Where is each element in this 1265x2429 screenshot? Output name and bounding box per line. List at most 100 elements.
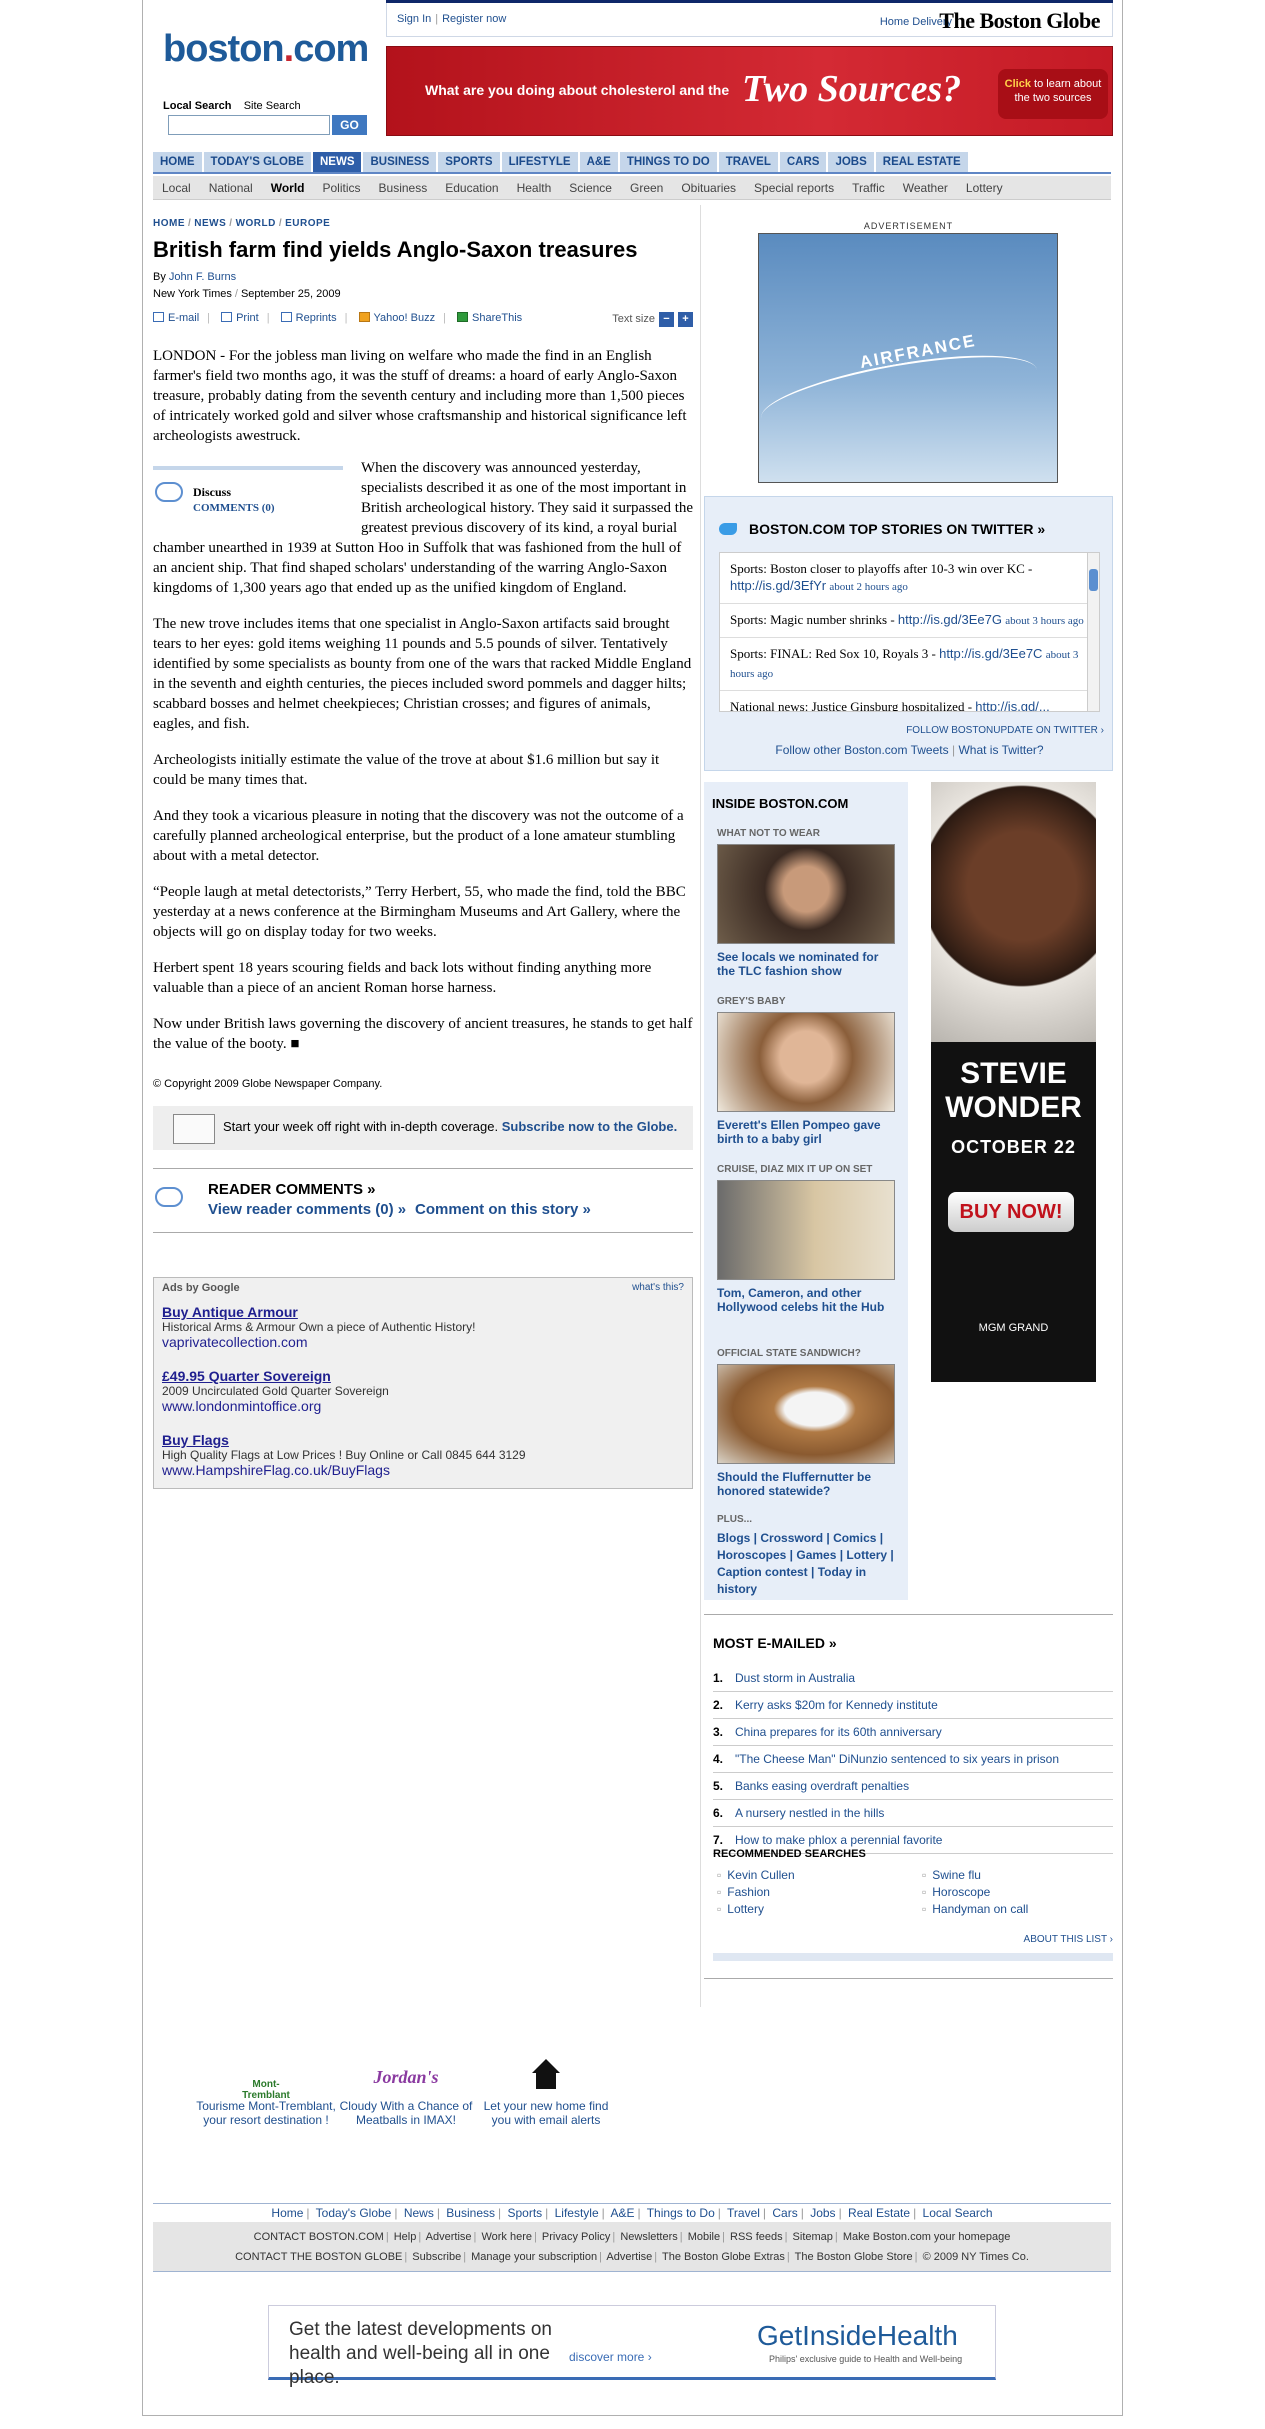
footer-link[interactable]: CONTACT THE BOSTON GLOBE xyxy=(235,2251,402,2263)
footer-link[interactable]: RSS feeds xyxy=(730,2231,783,2243)
get-inside-health-ad[interactable]: Get the latest developments on health an… xyxy=(268,2305,996,2388)
google-ad[interactable]: Buy Antique Armour Historical Arms & Arm… xyxy=(162,1304,475,1350)
most-emailed-link[interactable]: Banks easing overdraft penalties xyxy=(735,1779,909,1793)
ad-title[interactable]: Buy Antique Armour xyxy=(162,1304,475,1320)
boston-globe-logo[interactable]: The Boston Globe xyxy=(939,8,1100,34)
follow-twitter-link[interactable]: FOLLOW BOSTONUPDATE ON TWITTER › xyxy=(906,725,1104,736)
sharethis-tool[interactable]: ShareThis xyxy=(457,312,522,324)
email-tool[interactable]: E-mail xyxy=(153,312,199,324)
tweet-link[interactable]: http://is.gd/... xyxy=(975,699,1049,711)
what-not-to-wear-photo[interactable] xyxy=(717,844,895,944)
subnav-obituaries[interactable]: Obituaries xyxy=(672,176,745,200)
subnav-world[interactable]: World xyxy=(262,176,314,200)
reader-comments-title[interactable]: READER COMMENTS » xyxy=(208,1181,376,1198)
nav-jobs[interactable]: JOBS xyxy=(828,152,874,172)
subnav-local[interactable]: Local xyxy=(153,176,200,200)
banner-ad-cta[interactable]: Click to learn about the two sources xyxy=(998,69,1108,119)
most-emailed-link[interactable]: Dust storm in Australia xyxy=(735,1671,855,1685)
most-emailed-title[interactable]: MOST E-MAILED » xyxy=(713,1635,1113,1651)
twitter-feed[interactable]: Sports: Boston closer to playoffs after … xyxy=(719,552,1100,712)
search-tab-local[interactable]: Local Search xyxy=(163,100,231,112)
yahoo-buzz-tool[interactable]: Yahoo! Buzz xyxy=(358,312,435,324)
buy-now-button[interactable]: BUY NOW! xyxy=(948,1192,1074,1232)
search-tab-site[interactable]: Site Search xyxy=(244,100,301,112)
ad-url[interactable]: www.londonmintoffice.org xyxy=(162,1398,389,1414)
nav-sports[interactable]: SPORTS xyxy=(438,152,500,172)
subscribe-link[interactable]: Subscribe now to the Globe. xyxy=(502,1119,678,1134)
footer-link[interactable]: Lifestyle xyxy=(555,2206,599,2220)
footer-link[interactable]: Cars xyxy=(772,2206,797,2220)
footer-link[interactable]: Sports xyxy=(507,2206,542,2220)
footer-link[interactable]: A&E xyxy=(610,2206,634,2220)
footer-link[interactable]: Privacy Policy xyxy=(542,2231,610,2243)
most-emailed-link[interactable]: How to make phlox a perennial favorite xyxy=(735,1833,942,1847)
footer-link[interactable]: Help xyxy=(394,2231,417,2243)
recommended-search[interactable]: Swine flu xyxy=(922,1868,981,1882)
fluffernutter-photo[interactable] xyxy=(717,1364,895,1464)
discover-more-link[interactable]: discover more › xyxy=(569,2350,652,2364)
ellen-pompeo-photo[interactable] xyxy=(717,1012,895,1112)
most-emailed-link[interactable]: China prepares for its 60th anniversary xyxy=(735,1725,942,1739)
footer-link[interactable]: Advertise xyxy=(426,2231,472,2243)
search-input[interactable] xyxy=(168,115,330,135)
inside-item-caption[interactable]: Should the Fluffernutter be honored stat… xyxy=(717,1470,897,1498)
promo-mont-tremblant[interactable]: Mont-Tremblant Tourisme Mont-Tremblant, … xyxy=(196,2055,336,2127)
twitter-scrollbar[interactable] xyxy=(1087,553,1099,711)
nav-real-estate[interactable]: REAL ESTATE xyxy=(875,152,968,172)
view-comments-link[interactable]: View reader comments (0) » xyxy=(208,1201,406,1218)
footer-link[interactable]: Home xyxy=(271,2206,303,2220)
discuss-box[interactable]: Discuss COMMENTS (0) xyxy=(153,466,343,524)
footer-link[interactable]: Local Search xyxy=(923,2206,993,2220)
nav-business[interactable]: BUSINESS xyxy=(363,152,437,172)
ad-title[interactable]: Buy Flags xyxy=(162,1432,526,1448)
footer-link[interactable]: Travel xyxy=(727,2206,760,2220)
footer-link[interactable]: News xyxy=(404,2206,434,2220)
footer-link[interactable]: The Boston Globe Extras xyxy=(662,2251,785,2263)
author-link[interactable]: John F. Burns xyxy=(169,271,236,283)
subnav-health[interactable]: Health xyxy=(508,176,561,200)
footer-link[interactable]: The Boston Globe Store xyxy=(795,2251,913,2263)
airfrance-ad[interactable]: AIRFRANCE xyxy=(758,233,1058,483)
recommended-search[interactable]: Kevin Cullen xyxy=(717,1868,794,1882)
nav-travel[interactable]: TRAVEL xyxy=(718,152,778,172)
footer-link[interactable]: Real Estate xyxy=(848,2206,910,2220)
inside-item-caption[interactable]: See locals we nominated for the TLC fash… xyxy=(717,950,897,978)
google-ad[interactable]: Buy Flags High Quality Flags at Low Pric… xyxy=(162,1432,526,1478)
subnav-science[interactable]: Science xyxy=(560,176,621,200)
most-emailed-link[interactable]: A nursery nestled in the hills xyxy=(735,1806,884,1820)
comments-count-link[interactable]: COMMENTS (0) xyxy=(193,498,275,518)
subnav-business[interactable]: Business xyxy=(370,176,437,200)
breadcrumb-home[interactable]: HOME xyxy=(153,218,185,229)
footer-link[interactable]: CONTACT BOSTON.COM xyxy=(254,2231,384,2243)
tweet-link[interactable]: http://is.gd/3EfYr xyxy=(730,578,826,593)
search-go-button[interactable]: GO xyxy=(332,115,367,135)
cruise-diaz-photo[interactable] xyxy=(717,1180,895,1280)
text-smaller-button[interactable]: − xyxy=(659,312,674,327)
google-ad[interactable]: £49.95 Quarter Sovereign 2009 Uncirculat… xyxy=(162,1368,389,1414)
subnav-green[interactable]: Green xyxy=(621,176,672,200)
what-is-twitter-link[interactable]: What is Twitter? xyxy=(958,743,1043,757)
twitter-widget-title[interactable]: BOSTON.COM TOP STORIES ON TWITTER » xyxy=(749,521,1045,537)
recommended-search[interactable]: Horoscope xyxy=(922,1885,990,1899)
breadcrumb-europe[interactable]: EUROPE xyxy=(285,218,330,229)
footer-link[interactable]: Work here xyxy=(481,2231,532,2243)
inside-item-caption[interactable]: Everett's Ellen Pompeo gave birth to a b… xyxy=(717,1118,897,1146)
subnav-national[interactable]: National xyxy=(200,176,262,200)
footer-link[interactable]: Mobile xyxy=(688,2231,720,2243)
other-tweets-link[interactable]: Follow other Boston.com Tweets xyxy=(775,743,948,757)
recommended-search[interactable]: Handyman on call xyxy=(922,1902,1028,1916)
nav-cars[interactable]: CARS xyxy=(779,152,827,172)
promo-home-alerts[interactable]: Let your new home find you with email al… xyxy=(476,2055,616,2127)
nav-home[interactable]: HOME xyxy=(153,152,202,172)
inside-item-caption[interactable]: Tom, Cameron, and other Hollywood celebs… xyxy=(717,1286,897,1314)
site-logo[interactable]: boston.com xyxy=(163,28,369,71)
footer-link[interactable]: Sitemap xyxy=(793,2231,833,2243)
footer-link[interactable]: Make Boston.com your homepage xyxy=(843,2231,1011,2243)
most-emailed-link[interactable]: "The Cheese Man" DiNunzio sentenced to s… xyxy=(735,1752,1059,1766)
reprints-tool[interactable]: Reprints xyxy=(280,312,337,324)
footer-link[interactable]: Jobs xyxy=(810,2206,835,2220)
nav-things-to-do[interactable]: THINGS TO DO xyxy=(619,152,717,172)
cholesterol-banner-ad[interactable]: What are you doing about cholesterol and… xyxy=(386,46,1113,136)
footer-link[interactable]: Things to Do xyxy=(647,2206,715,2220)
ad-title[interactable]: £49.95 Quarter Sovereign xyxy=(162,1368,389,1384)
